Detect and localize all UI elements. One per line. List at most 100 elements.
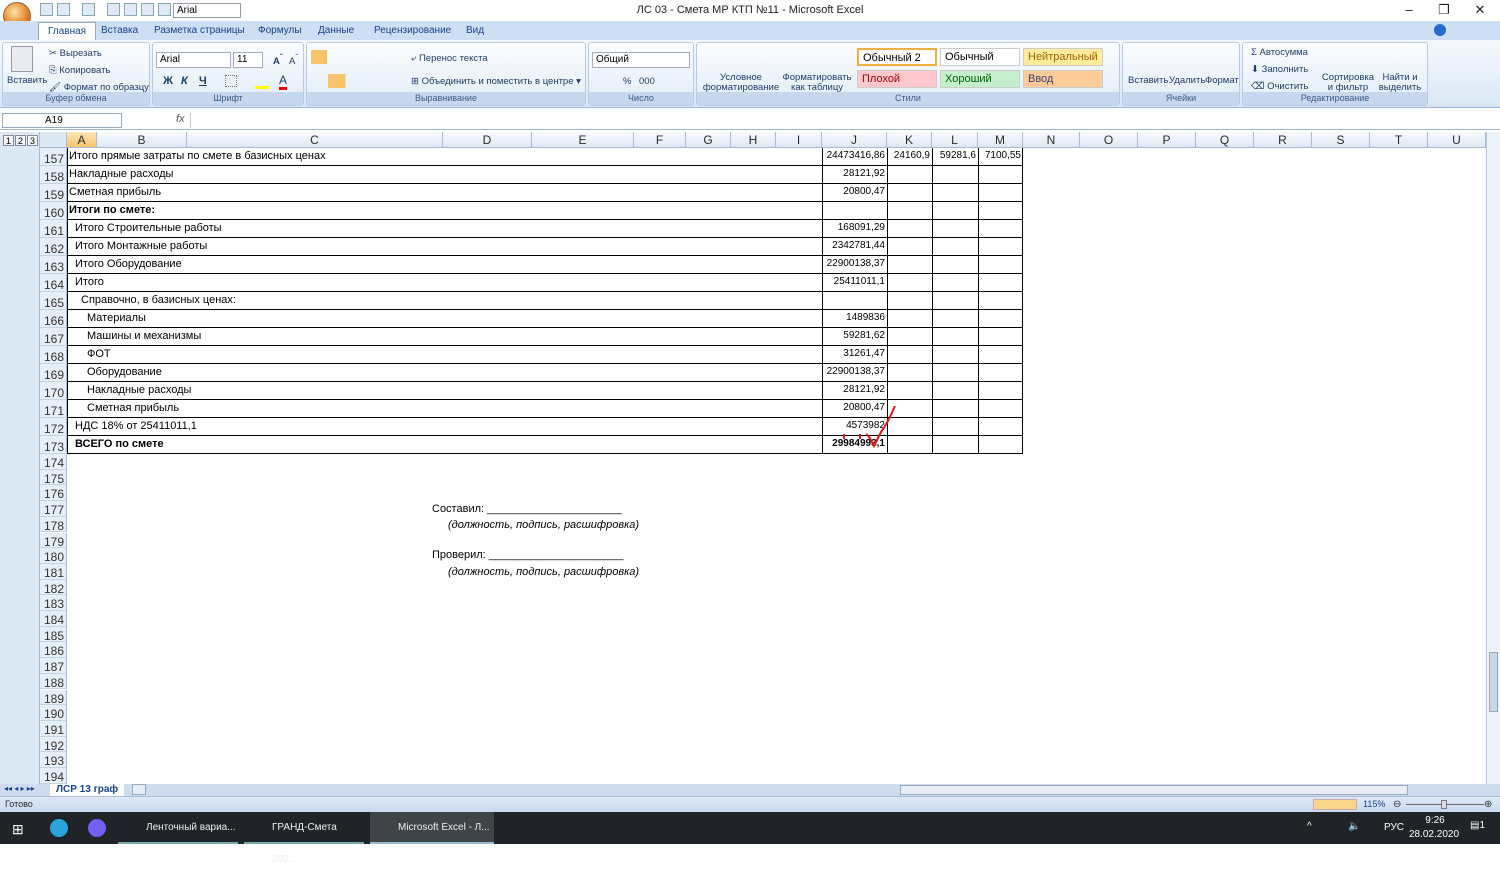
cell-label[interactable]: Сметная прибыль xyxy=(69,185,161,199)
cell-value-J[interactable]: 59281,62 xyxy=(822,329,887,343)
cell-label[interactable]: Итого Оборудование xyxy=(75,257,182,271)
column-header-G[interactable]: G xyxy=(686,132,731,148)
name-box[interactable]: A19 xyxy=(2,113,122,128)
delete-cells-button[interactable]: Удалить xyxy=(1169,75,1205,86)
cell-value-J[interactable]: 20800,47 xyxy=(822,185,887,199)
cell-value-J[interactable]: 2342781,44 xyxy=(822,239,887,253)
taskbar-item-grand-smeta[interactable]: ГРАНД-Смета 202... xyxy=(244,812,364,865)
bold-button[interactable]: Ж xyxy=(163,75,173,87)
cell-label[interactable]: Справочно, в базисных ценах: xyxy=(81,293,236,307)
style-cell[interactable]: Обычный 2 xyxy=(857,48,937,66)
cell-value-J[interactable]: 25411011,1 xyxy=(822,275,887,289)
italic-button[interactable]: К xyxy=(181,75,188,87)
minimize-button[interactable]: – xyxy=(1394,2,1424,17)
column-header-B[interactable]: B xyxy=(97,132,187,148)
column-header-L[interactable]: L xyxy=(932,132,978,148)
tab-review[interactable]: Рецензирование xyxy=(374,25,451,36)
column-header-I[interactable]: I xyxy=(776,132,822,148)
viber-icon[interactable] xyxy=(88,819,106,837)
column-header-U[interactable]: U xyxy=(1428,132,1486,148)
font-size-select[interactable]: 11 xyxy=(233,52,263,68)
row-header[interactable]: 188 xyxy=(40,673,67,690)
cell-label[interactable]: Материалы xyxy=(87,311,146,325)
notifications-icon[interactable]: ▤1 xyxy=(1470,820,1485,831)
percent-button[interactable]: % xyxy=(623,76,631,87)
row-header[interactable]: 183 xyxy=(40,595,67,611)
thousands-button[interactable]: 000 xyxy=(639,76,655,87)
clear-button[interactable]: ⌫ Очистить xyxy=(1251,81,1308,92)
taskbar-item-excel[interactable]: Microsoft Excel - Л... xyxy=(370,812,494,844)
row-header[interactable]: 181 xyxy=(40,563,67,580)
font-color-icon[interactable]: A xyxy=(279,73,288,90)
column-header-R[interactable]: R xyxy=(1254,132,1312,148)
align-center-icon[interactable] xyxy=(311,74,363,88)
column-header-T[interactable]: T xyxy=(1370,132,1428,148)
row-header[interactable]: 170 xyxy=(40,382,67,400)
column-header-J[interactable]: J xyxy=(822,132,887,148)
cell-value-L[interactable]: 59281,6 xyxy=(932,149,978,163)
close-button[interactable]: ✕ xyxy=(1465,2,1495,18)
outline-level-button[interactable]: 3 xyxy=(27,135,38,146)
help-icon[interactable] xyxy=(1434,24,1446,36)
font-name-select[interactable]: Arial xyxy=(156,52,231,68)
row-header[interactable]: 185 xyxy=(40,626,67,643)
row-header[interactable]: 162 xyxy=(40,238,67,256)
column-header-O[interactable]: O xyxy=(1080,132,1138,148)
font-shrink-button[interactable]: Aˇ xyxy=(289,53,298,67)
conditional-formatting-button[interactable]: Условное форматирование xyxy=(701,73,781,93)
outline-level-button[interactable]: 1 xyxy=(3,135,14,146)
column-header-D[interactable]: D xyxy=(443,132,532,148)
tab-page-layout[interactable]: Разметка страницы xyxy=(154,25,245,36)
cell-value-M[interactable]: 7100,55 xyxy=(978,149,1023,163)
font-grow-button[interactable]: Aˆ xyxy=(273,53,283,67)
row-header[interactable]: 174 xyxy=(40,454,67,470)
copy-button[interactable]: ⎘ Копировать xyxy=(49,65,110,76)
row-header[interactable]: 179 xyxy=(40,532,67,549)
row-header[interactable]: 180 xyxy=(40,548,67,564)
cell-label[interactable]: Итого Строительные работы xyxy=(75,221,222,235)
zoom-slider-handle[interactable] xyxy=(1441,800,1447,809)
row-header[interactable]: 187 xyxy=(40,658,67,674)
vertical-scrollbar[interactable] xyxy=(1486,132,1500,784)
clock-date[interactable]: 28.02.2020 xyxy=(1406,829,1462,840)
align-top-icon[interactable] xyxy=(311,50,327,64)
row-header[interactable]: 168 xyxy=(40,346,67,364)
row-header[interactable]: 157 xyxy=(40,148,67,166)
column-header-A[interactable]: A xyxy=(67,132,97,148)
row-header[interactable]: 166 xyxy=(40,310,67,328)
column-header-E[interactable]: E xyxy=(532,132,634,148)
zoom-in-icon[interactable]: ⊕ xyxy=(1484,799,1492,810)
formula-input[interactable] xyxy=(190,112,1486,128)
cell-value-K[interactable]: 24160,9 xyxy=(887,149,932,163)
insert-sheet-icon[interactable] xyxy=(132,784,146,795)
find-select-button[interactable]: Найти и выделить xyxy=(1375,73,1425,93)
format-cells-button[interactable]: Формат xyxy=(1205,75,1239,86)
row-header[interactable]: 191 xyxy=(40,720,67,737)
row-header[interactable]: 182 xyxy=(40,579,67,596)
sheet-tab[interactable]: ЛСР 13 граф xyxy=(50,784,125,796)
cell-label[interactable]: Итого прямые затраты по смете в базисных… xyxy=(69,149,326,163)
style-cell[interactable]: Плохой xyxy=(857,70,937,88)
row-header[interactable]: 184 xyxy=(40,611,67,627)
cell-value-J[interactable]: 22900138,37 xyxy=(822,365,887,379)
column-header-M[interactable]: M xyxy=(978,132,1023,148)
style-cell[interactable]: Ввод xyxy=(1023,70,1103,88)
row-header[interactable]: 167 xyxy=(40,328,67,346)
cell-label[interactable]: ФОТ xyxy=(87,347,111,361)
worksheet-grid[interactable]: 1 2 3 A B C D E F G H I J K L M N O P Q R S T U 157 Итого прямые … xyxy=(0,132,1486,784)
row-header[interactable]: 192 xyxy=(40,736,67,753)
insert-cells-button[interactable]: Вставить xyxy=(1128,75,1168,86)
row-header[interactable]: 165 xyxy=(40,292,67,310)
fill-color-icon[interactable] xyxy=(255,86,269,89)
cell-label[interactable]: Итого xyxy=(75,275,104,289)
cut-button[interactable]: ✂ Вырезать xyxy=(49,48,102,59)
cell-value-J[interactable]: 168091,29 xyxy=(822,221,887,235)
select-all-button[interactable] xyxy=(40,132,67,148)
wrap-text-button[interactable]: ⤶ Перенос текста xyxy=(411,53,488,64)
row-header[interactable]: 173 xyxy=(40,436,67,454)
fill-button[interactable]: ⬇ Заполнить xyxy=(1251,64,1308,75)
clock-time[interactable]: 9:26 xyxy=(1412,815,1458,826)
column-header-H[interactable]: H xyxy=(731,132,776,148)
taskbar-item-firefox[interactable]: Ленточный вариа... xyxy=(118,812,238,844)
row-header[interactable]: 160 xyxy=(40,202,67,220)
